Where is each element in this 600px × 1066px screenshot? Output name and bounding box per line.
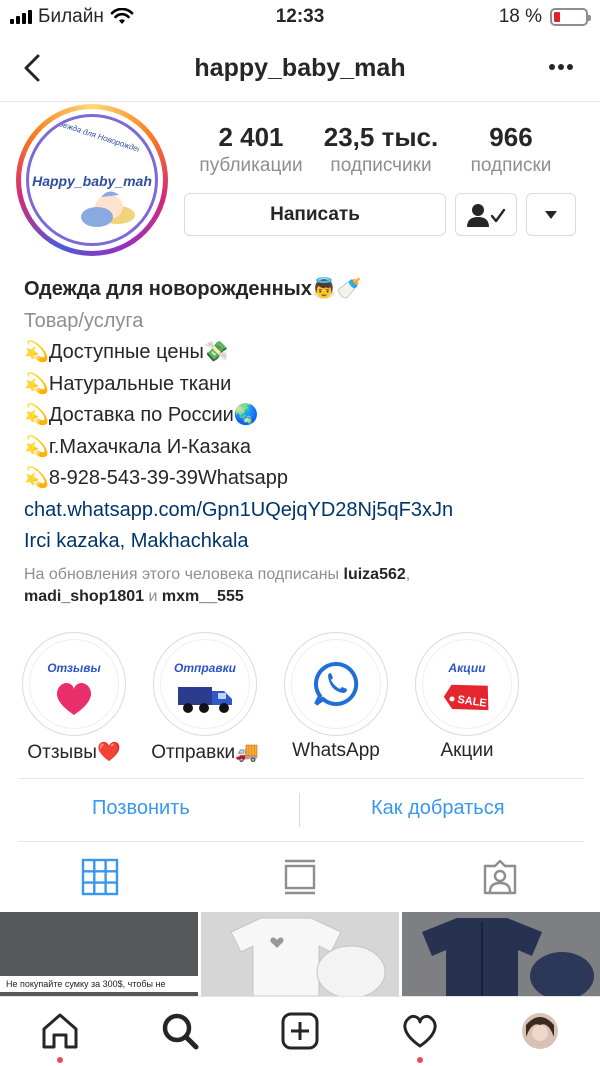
highlight-cover: Отзывы bbox=[29, 639, 119, 729]
home-icon[interactable] bbox=[40, 1011, 80, 1051]
heart-icon bbox=[56, 682, 92, 715]
profile-tabs bbox=[0, 842, 600, 912]
notification-dot bbox=[57, 1057, 63, 1063]
followed-by-and: и bbox=[144, 587, 162, 605]
grid-icon[interactable] bbox=[81, 858, 119, 896]
followed-by-prefix: На обновления этого человека подписаны bbox=[24, 565, 344, 583]
profile-category: Товар/услуга bbox=[24, 309, 144, 332]
profile-nav-bar: happy_baby_mah bbox=[0, 36, 600, 102]
highlight-label: Акции bbox=[440, 740, 494, 761]
heart-outline-icon[interactable] bbox=[400, 1011, 440, 1051]
story-ring[interactable]: Happy_baby_mah Одежда для Новорожденных bbox=[16, 104, 168, 256]
profile-full-name: Одежда для новорожденных👼🍼 bbox=[24, 278, 362, 300]
dropdown-button[interactable] bbox=[526, 193, 576, 236]
tagged-person-icon[interactable] bbox=[481, 858, 519, 896]
plus-square-icon[interactable] bbox=[280, 1011, 320, 1051]
highlight-shipments[interactable]: Отправки Отправки🚚 bbox=[151, 632, 259, 763]
bio-line: 💫Доставка по России🌏 bbox=[24, 404, 259, 426]
profile-stats: 2 401 публикации 23,5 тыс. подписчики 96… bbox=[186, 122, 576, 177]
highlight-sales[interactable]: Акции SALE Акции bbox=[415, 632, 519, 761]
person-check-icon bbox=[467, 203, 506, 227]
stat-followers-label: подписчики bbox=[330, 155, 432, 176]
message-button[interactable]: Написать bbox=[184, 193, 446, 236]
bio-line: 💫8-928-543-39-39Whatsapp bbox=[24, 467, 288, 489]
post-grid: Не покупайте сумку за 300$, чтобы не bbox=[0, 912, 600, 996]
stat-posts-value: 2 401 bbox=[218, 122, 284, 152]
avatar-logo-text: Happy_baby_mah bbox=[32, 173, 152, 189]
bio-line: 💫Доступные цены💸 bbox=[24, 341, 229, 363]
baby-clothes-image bbox=[201, 912, 399, 996]
bio-link[interactable]: chat.whatsapp.com/Gpn1UQejqYD28Nj5qF3xJn bbox=[24, 495, 584, 527]
followed-by[interactable]: На обновления этого человека подписаны l… bbox=[24, 564, 584, 608]
whatsapp-icon bbox=[314, 661, 359, 706]
highlight-cover-title: Отправки bbox=[174, 661, 236, 675]
bio-location[interactable]: Irci kazaka, Makhachkala bbox=[24, 526, 584, 558]
stat-posts-label: публикации bbox=[199, 155, 303, 176]
post-thumbnail[interactable] bbox=[402, 912, 600, 996]
avatar: Happy_baby_mah Одежда для Новорожденных bbox=[26, 114, 158, 246]
battery-icon bbox=[550, 8, 591, 26]
bio-line: 💫Натуральные ткани bbox=[24, 372, 232, 395]
highlight-reviews[interactable]: Отзывы Отзывы❤️ bbox=[22, 632, 126, 763]
followed-user: madi_shop1801 bbox=[24, 587, 145, 605]
bio-line: 💫г.Махачкала И-Казака bbox=[24, 435, 252, 458]
status-right: 18 % bbox=[498, 6, 591, 28]
profile-username: happy_baby_mah bbox=[194, 54, 406, 82]
highlight-cover bbox=[291, 639, 381, 729]
profile-avatar-icon[interactable] bbox=[520, 1011, 560, 1051]
notification-dot bbox=[417, 1057, 423, 1063]
post-thumbnail[interactable]: Не покупайте сумку за 300$, чтобы не bbox=[0, 912, 198, 996]
highlight-cover-title: Отзывы bbox=[47, 661, 101, 675]
feed-icon[interactable] bbox=[281, 858, 319, 896]
post-caption-overlay: Не покупайте сумку за 300$, чтобы не bbox=[0, 976, 198, 992]
stat-followers[interactable]: 23,5 тыс. подписчики bbox=[316, 122, 446, 177]
more-horizontal-icon[interactable] bbox=[546, 52, 576, 82]
highlight-cover: Отправки bbox=[160, 639, 250, 729]
profile-bio: Одежда для новорожденных👼🍼 Товар/услуга … bbox=[24, 274, 584, 608]
followed-user: luiza562 bbox=[343, 565, 406, 583]
baby-clothes-image bbox=[402, 912, 600, 996]
stat-posts[interactable]: 2 401 публикации bbox=[186, 122, 316, 177]
highlight-cover: Акции SALE bbox=[422, 639, 512, 729]
status-bar: Билайн 12:33 18 % bbox=[0, 0, 600, 36]
sale-tag-icon: SALE bbox=[443, 684, 489, 711]
stat-following-value: 966 bbox=[489, 122, 533, 152]
contact-bar: Позвонить Как добраться bbox=[18, 778, 584, 842]
caret-down-icon bbox=[545, 210, 557, 219]
following-button[interactable] bbox=[455, 193, 517, 236]
highlight-whatsapp[interactable]: WhatsApp bbox=[284, 632, 388, 761]
contact-divider bbox=[299, 793, 300, 827]
battery-percent: 18 % bbox=[498, 6, 542, 27]
post-thumbnail[interactable] bbox=[201, 912, 399, 996]
call-button[interactable]: Позвонить bbox=[92, 797, 190, 820]
directions-button[interactable]: Как добраться bbox=[371, 797, 505, 820]
followed-by-separator: , bbox=[405, 565, 411, 583]
search-icon[interactable] bbox=[160, 1011, 200, 1051]
followed-user: mxm__555 bbox=[161, 587, 244, 605]
stat-following-label: подписки bbox=[470, 155, 552, 176]
highlight-cover-title: Акции bbox=[448, 661, 486, 675]
bottom-tab-bar bbox=[0, 996, 600, 1066]
truck-icon bbox=[178, 687, 232, 713]
stat-following[interactable]: 966 подписки bbox=[446, 122, 576, 177]
stat-followers-value: 23,5 тыс. bbox=[323, 122, 439, 152]
